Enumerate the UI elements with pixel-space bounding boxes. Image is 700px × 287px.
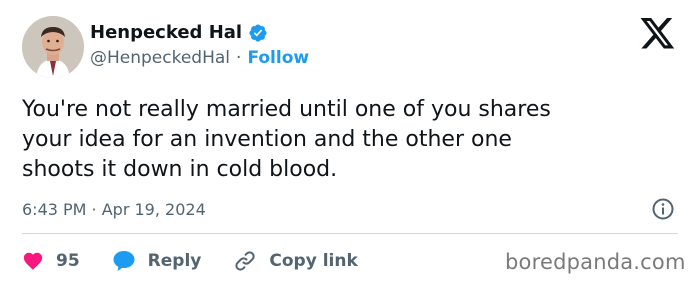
action-bar: 95 Reply Copy link xyxy=(22,248,358,274)
like-button[interactable]: 95 xyxy=(22,250,80,272)
info-icon[interactable] xyxy=(651,197,675,221)
separator-dot: · xyxy=(236,48,242,68)
reply-bubble-icon xyxy=(112,250,136,272)
author-handle[interactable]: @HenpeckedHal xyxy=(90,48,230,68)
follow-button[interactable]: Follow xyxy=(247,48,309,68)
tweet-text: You're not really married until one of y… xyxy=(22,97,551,182)
like-count: 95 xyxy=(56,251,80,271)
reply-label: Reply xyxy=(147,251,202,271)
author-display-name[interactable]: Henpecked Hal xyxy=(90,22,242,43)
verified-badge-icon xyxy=(248,23,268,43)
tweet-timestamp[interactable]: 6:43 PM · Apr 19, 2024 xyxy=(22,200,206,219)
tweet-card: Henpecked Hal @HenpeckedHal · Follow You… xyxy=(0,0,700,287)
link-icon xyxy=(233,249,257,273)
author-name-row: Henpecked Hal xyxy=(90,22,268,43)
x-logo-icon[interactable] xyxy=(640,18,676,50)
heart-icon xyxy=(22,250,44,272)
reply-button[interactable]: Reply xyxy=(112,250,202,272)
avatar[interactable] xyxy=(22,16,84,78)
copy-link-button[interactable]: Copy link xyxy=(233,249,358,273)
author-handle-row: @HenpeckedHal · Follow xyxy=(90,48,309,68)
watermark: boredpanda.com xyxy=(505,250,686,274)
divider xyxy=(22,233,678,234)
copy-link-label: Copy link xyxy=(269,251,358,271)
